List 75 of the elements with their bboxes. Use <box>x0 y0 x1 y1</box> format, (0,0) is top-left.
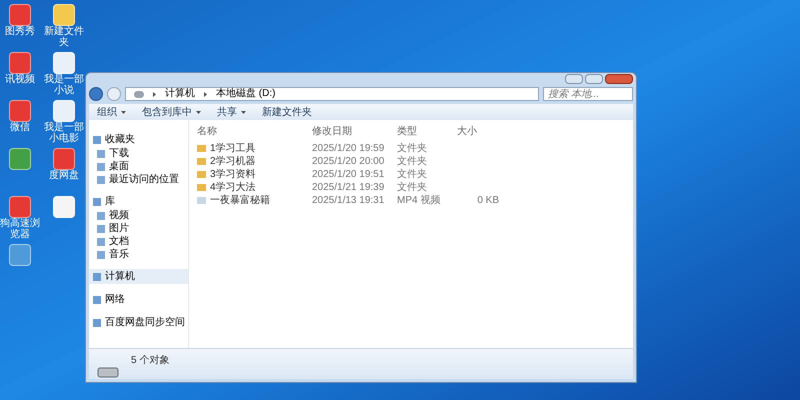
minimize-button[interactable] <box>565 74 583 84</box>
chevron-icon <box>203 92 208 96</box>
file-name[interactable]: 2学习机器 <box>197 155 312 168</box>
desktop-icon-label: 我是一部小电影 <box>44 122 84 144</box>
desktop-icon-label: 新建文件夹 <box>44 26 84 48</box>
desktop-file-icon[interactable] <box>53 52 75 74</box>
toolbar-button[interactable]: 共享 <box>217 104 246 120</box>
file-type: 文件夹 <box>397 142 428 155</box>
sidebar-item[interactable]: 下载 <box>89 147 188 160</box>
desktop-file-icon[interactable] <box>53 196 75 218</box>
video-file-icon <box>197 197 206 204</box>
desktop-app-icon[interactable] <box>9 4 31 26</box>
caret-icon <box>121 110 126 114</box>
file-name[interactable]: 4学习大法 <box>197 181 312 194</box>
file-type: 文件夹 <box>397 168 428 181</box>
desktop-file-icon[interactable] <box>9 148 31 170</box>
column-header[interactable]: 类型 <box>397 124 457 139</box>
sidebar-item[interactable]: 桌面 <box>89 160 188 173</box>
search-field[interactable]: 搜索 本地... <box>543 87 633 101</box>
sidebar-icon <box>93 272 101 280</box>
toolbar-button[interactable]: 新建文件夹 <box>262 104 312 120</box>
sidebar-item[interactable]: 音乐 <box>89 248 188 261</box>
modified-date: 2025/1/21 19:39 <box>312 181 386 194</box>
file-name[interactable]: 3学习资料 <box>197 168 312 181</box>
column-header[interactable]: 大小 <box>457 124 507 139</box>
address-bar[interactable]: 计算机 本地磁盘 (D:) <box>125 87 539 101</box>
modified-date: 2025/1/20 19:51 <box>312 168 386 181</box>
desktop-folder-icon[interactable] <box>53 4 75 26</box>
desktop-icon-label: 度网盘 <box>48 170 80 181</box>
desktop-app-icon[interactable] <box>9 100 31 122</box>
desktop-icon-label: 微信 <box>9 122 31 133</box>
sidebar-icon <box>93 318 101 326</box>
desktop-file-icon[interactable] <box>53 100 75 122</box>
modified-date: 2025/1/13 19:31 <box>312 194 386 207</box>
drive-icon <box>97 365 119 379</box>
breadcrumb-item[interactable]: 本地磁盘 (D:) <box>216 89 276 99</box>
caret-icon <box>241 110 246 114</box>
sidebar-item[interactable]: 最近访问的位置 <box>89 173 188 186</box>
sidebar-icon <box>93 296 101 304</box>
desktop-icon-label: 我是一部小说 <box>44 74 84 96</box>
back-button[interactable] <box>89 87 103 101</box>
close-button[interactable] <box>605 74 633 84</box>
sidebar-item[interactable]: 收藏夹 <box>89 132 188 147</box>
column-header[interactable]: 名称 <box>197 124 312 139</box>
object-count: 5 个对象 <box>131 354 170 368</box>
file-name[interactable]: 1学习工具 <box>197 142 312 155</box>
file-name[interactable]: 一夜暴富秘籍 <box>197 194 312 207</box>
column-header[interactable]: 修改日期 <box>312 124 397 139</box>
breadcrumb-item[interactable]: 计算机 <box>165 89 195 99</box>
toolbar-button[interactable]: 包含到库中 <box>142 104 201 120</box>
modified-date: 2025/1/20 19:59 <box>312 142 386 155</box>
sidebar-item[interactable]: 视频 <box>89 209 188 222</box>
desktop-icon-label: 狗高速浏览器 <box>0 218 40 240</box>
desktop-icon-label: 图秀秀 <box>4 26 36 37</box>
drive-icon <box>134 90 144 98</box>
file-type: 文件夹 <box>397 155 428 168</box>
file-size: 0 KB <box>476 194 500 207</box>
desktop-icon-label: 讯视频 <box>4 74 36 85</box>
desktop-app-icon[interactable] <box>9 52 31 74</box>
sidebar-item[interactable]: 网络 <box>89 292 188 307</box>
desktop-file-icon[interactable] <box>9 244 31 266</box>
modified-date: 2025/1/20 20:00 <box>312 155 386 168</box>
file-type: 文件夹 <box>397 181 428 194</box>
sidebar-item[interactable]: 图片 <box>89 222 188 235</box>
sidebar-item[interactable]: 计算机 <box>89 269 188 284</box>
caret-icon <box>196 110 201 114</box>
sidebar-item[interactable]: 百度网盘同步空间 <box>89 315 188 330</box>
desktop-app-icon[interactable] <box>53 148 75 170</box>
sidebar-item[interactable]: 库 <box>89 194 188 209</box>
desktop-app-icon[interactable] <box>9 196 31 218</box>
chevron-icon <box>152 92 157 96</box>
toolbar-button[interactable]: 组织 <box>97 104 126 120</box>
sidebar-item[interactable]: 文档 <box>89 235 188 248</box>
maximize-button[interactable] <box>585 74 603 84</box>
file-type: MP4 视频 <box>397 194 442 207</box>
